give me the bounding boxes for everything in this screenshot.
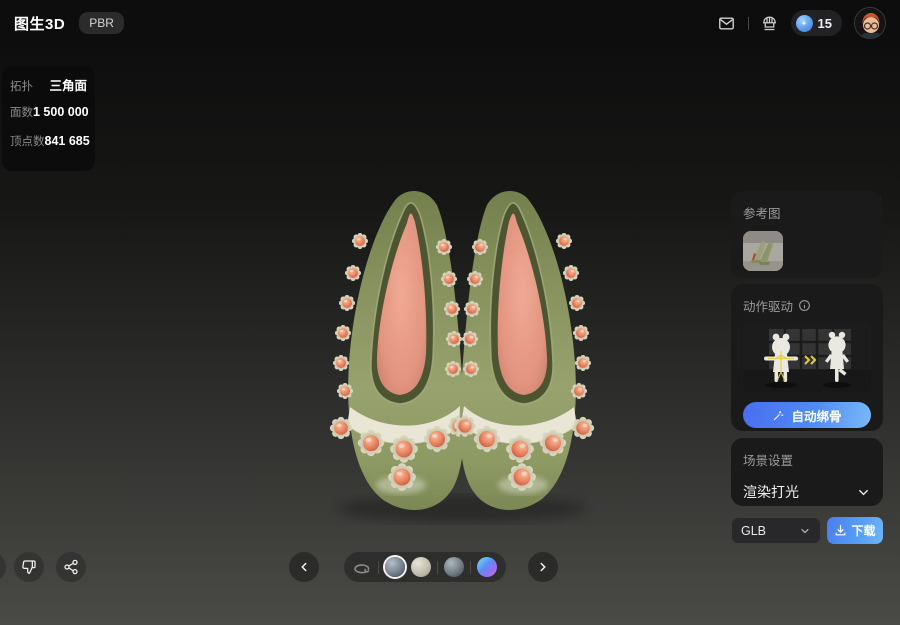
turntable-icon[interactable] bbox=[353, 558, 372, 577]
share-icon bbox=[63, 559, 79, 575]
scene-settings-panel: 场景设置 渲染打光 bbox=[731, 438, 883, 506]
stat-label: 面数 bbox=[10, 104, 33, 120]
info-icon[interactable] bbox=[798, 299, 811, 312]
credits-count: 15 bbox=[818, 16, 832, 31]
stat-topology: 拓扑 三角面 bbox=[10, 75, 87, 104]
stat-label: 顶点数 bbox=[10, 133, 45, 149]
motion-drive-panel: 动作驱动 bbox=[731, 284, 883, 431]
motion-title-row: 动作驱动 bbox=[743, 296, 871, 315]
viewer-mode-toolbar bbox=[344, 552, 506, 582]
mesh-stats-panel: 拓扑 三角面 面数 1 500 000 顶点数 841 685 bbox=[2, 66, 95, 171]
toolbar-divider bbox=[378, 561, 379, 574]
download-label: 下载 bbox=[851, 522, 875, 539]
topbar-actions: ✦ 15 bbox=[718, 7, 886, 39]
download-button[interactable]: 下载 bbox=[827, 517, 883, 544]
download-icon bbox=[834, 524, 847, 537]
toolbar-divider bbox=[470, 561, 471, 574]
mode-normals-sphere[interactable] bbox=[477, 557, 497, 577]
reference-image-panel: 参考图 bbox=[731, 191, 883, 278]
store-icon[interactable] bbox=[761, 14, 779, 32]
next-model-button[interactable] bbox=[528, 552, 558, 582]
stat-value: 841 685 bbox=[45, 134, 90, 148]
export-format-value: GLB bbox=[741, 524, 766, 538]
lighting-value: 渲染打光 bbox=[743, 482, 799, 502]
chevron-left-icon bbox=[297, 560, 311, 574]
page-title: 图生3D bbox=[14, 13, 65, 34]
chevron-right-icon bbox=[536, 560, 550, 574]
top-bar: 图生3D PBR ✦ 15 bbox=[0, 0, 900, 46]
magic-wand-icon bbox=[772, 409, 785, 422]
topbar-divider bbox=[748, 17, 749, 30]
motion-title: 动作驱动 bbox=[743, 296, 793, 315]
dislike-button[interactable] bbox=[14, 552, 44, 582]
reference-thumbnail[interactable] bbox=[743, 231, 783, 271]
stat-value: 1 500 000 bbox=[33, 105, 89, 119]
mode-matcap-sphere[interactable] bbox=[444, 557, 464, 577]
auto-rig-label: 自动绑骨 bbox=[791, 406, 841, 425]
avatar[interactable] bbox=[854, 7, 886, 39]
mode-textured-sphere[interactable] bbox=[385, 557, 405, 577]
reference-title: 参考图 bbox=[743, 203, 871, 222]
mail-icon[interactable] bbox=[718, 14, 736, 32]
chevron-down-icon bbox=[799, 525, 811, 537]
stat-label: 拓扑 bbox=[10, 78, 33, 94]
motion-preview-image[interactable] bbox=[743, 324, 871, 392]
stat-vertices: 顶点数 841 685 bbox=[10, 133, 87, 162]
auto-rig-button[interactable]: 自动绑骨 bbox=[743, 402, 871, 428]
scene-title: 场景设置 bbox=[743, 450, 871, 469]
chevron-down-icon bbox=[856, 485, 871, 500]
stat-value: 三角面 bbox=[49, 75, 87, 94]
credit-coin-icon: ✦ bbox=[796, 15, 813, 32]
toolbar-divider bbox=[437, 561, 438, 574]
thumbs-down-icon bbox=[21, 559, 37, 575]
lighting-dropdown[interactable]: 渲染打光 bbox=[743, 482, 871, 502]
export-format-select[interactable]: GLB bbox=[731, 517, 821, 544]
mode-clay-sphere[interactable] bbox=[411, 557, 431, 577]
credits-pill[interactable]: ✦ 15 bbox=[791, 10, 842, 36]
pbr-badge: PBR bbox=[79, 12, 124, 34]
prev-model-button[interactable] bbox=[289, 552, 319, 582]
shoe-model bbox=[312, 185, 612, 525]
share-button[interactable] bbox=[56, 552, 86, 582]
stat-faces: 面数 1 500 000 bbox=[10, 104, 87, 133]
